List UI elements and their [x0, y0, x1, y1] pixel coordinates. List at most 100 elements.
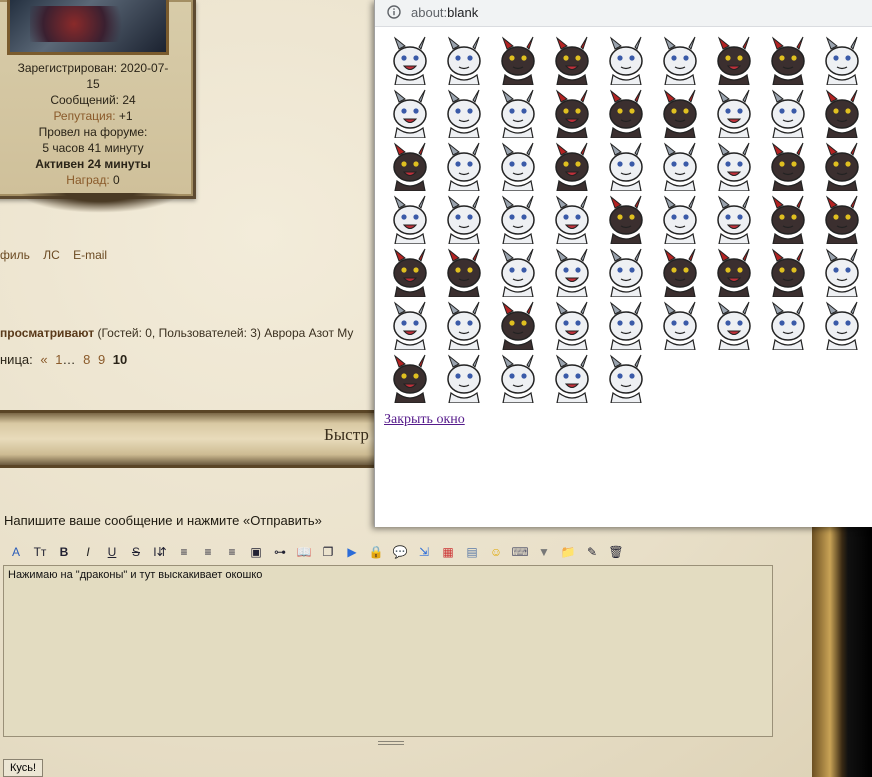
dragon-sticker[interactable]: [601, 88, 651, 138]
dragon-sticker[interactable]: [493, 247, 543, 297]
lock-icon[interactable]: 🔒: [364, 542, 388, 562]
dragon-sticker[interactable]: [493, 88, 543, 138]
pager-page-9[interactable]: 9: [98, 352, 105, 367]
dragon-sticker[interactable]: [493, 194, 543, 244]
reputation-link[interactable]: Репутация:: [53, 109, 115, 123]
text-height-icon[interactable]: I⇵: [148, 542, 172, 562]
dragon-sticker[interactable]: [493, 35, 543, 85]
registered-date-cont: 15: [86, 77, 100, 91]
submit-button[interactable]: Кусь!: [3, 759, 44, 777]
color-grid-icon[interactable]: ▦: [436, 542, 460, 562]
align-right-icon[interactable]: ≡: [220, 542, 244, 562]
dragon-sticker[interactable]: [385, 35, 435, 85]
font-size-icon[interactable]: Tт: [28, 542, 52, 562]
align-center-icon[interactable]: ≡: [196, 542, 220, 562]
resize-grip[interactable]: [378, 741, 404, 747]
folder-icon[interactable]: 📁: [556, 542, 580, 562]
bold-icon[interactable]: B: [52, 542, 76, 562]
edit-icon[interactable]: ✎: [580, 542, 604, 562]
dragon-sticker[interactable]: [493, 353, 543, 403]
underline-icon[interactable]: U: [100, 542, 124, 562]
message-textarea[interactable]: Нажимаю на "драконы" и тут выскакивает о…: [3, 565, 773, 737]
dragon-sticker[interactable]: [547, 141, 597, 191]
dragon-sticker[interactable]: [493, 300, 543, 350]
speech-icon[interactable]: 💬: [388, 542, 412, 562]
table-icon[interactable]: ▤: [460, 542, 484, 562]
dragon-sticker[interactable]: [817, 194, 867, 244]
dragon-sticker[interactable]: [385, 88, 435, 138]
close-window-link[interactable]: Закрыть окно: [384, 412, 465, 428]
pager-label: ница:: [0, 352, 33, 367]
dragon-sticker[interactable]: [547, 353, 597, 403]
dragon-sticker[interactable]: [709, 88, 759, 138]
dragon-sticker[interactable]: [601, 353, 651, 403]
dragon-sticker[interactable]: [601, 141, 651, 191]
pager-prev[interactable]: «: [40, 352, 47, 367]
dragon-sticker[interactable]: [709, 35, 759, 85]
info-icon[interactable]: [387, 5, 401, 19]
dragon-sticker[interactable]: [817, 88, 867, 138]
keyboard-icon[interactable]: ⌨: [508, 542, 532, 562]
align-left-icon[interactable]: ≡: [172, 542, 196, 562]
awards-link[interactable]: Наград:: [66, 173, 109, 187]
italic-icon[interactable]: I: [76, 542, 100, 562]
dropdown-arrow-icon[interactable]: ▼: [532, 542, 556, 562]
dragon-sticker[interactable]: [817, 141, 867, 191]
dragon-sticker[interactable]: [817, 247, 867, 297]
copy-icon[interactable]: ❐: [316, 542, 340, 562]
dragon-sticker[interactable]: [385, 141, 435, 191]
dragon-sticker[interactable]: [547, 88, 597, 138]
dragon-sticker[interactable]: [709, 247, 759, 297]
dragon-sticker[interactable]: [655, 300, 705, 350]
dragon-sticker[interactable]: [547, 35, 597, 85]
dragon-sticker[interactable]: [709, 300, 759, 350]
dragon-sticker[interactable]: [709, 141, 759, 191]
profile-link[interactable]: филь: [0, 248, 30, 262]
trash-icon[interactable]: 🗑: [604, 542, 628, 562]
dragon-sticker[interactable]: [601, 35, 651, 85]
dragon-sticker[interactable]: [439, 88, 489, 138]
dragon-sticker[interactable]: [763, 247, 813, 297]
dragon-sticker[interactable]: [763, 88, 813, 138]
book-icon[interactable]: 📖: [292, 542, 316, 562]
dragon-sticker[interactable]: [763, 300, 813, 350]
pager-page-8[interactable]: 8: [83, 352, 90, 367]
dragon-sticker[interactable]: [439, 194, 489, 244]
media-icon[interactable]: ▶: [340, 542, 364, 562]
smiley-icon[interactable]: ☺: [484, 542, 508, 562]
dragon-sticker[interactable]: [385, 353, 435, 403]
dragon-sticker[interactable]: [439, 141, 489, 191]
dragon-sticker[interactable]: [601, 247, 651, 297]
dragon-sticker[interactable]: [655, 88, 705, 138]
dragon-sticker[interactable]: [439, 35, 489, 85]
dragon-sticker[interactable]: [493, 141, 543, 191]
dragon-sticker[interactable]: [547, 194, 597, 244]
dragon-sticker[interactable]: [547, 247, 597, 297]
strike-icon[interactable]: S: [124, 542, 148, 562]
dragon-sticker[interactable]: [655, 35, 705, 85]
pm-link[interactable]: ЛС: [43, 248, 60, 262]
dragon-sticker[interactable]: [439, 300, 489, 350]
dragon-sticker[interactable]: [817, 300, 867, 350]
dragon-sticker[interactable]: [601, 194, 651, 244]
font-color-icon[interactable]: A: [4, 542, 28, 562]
dragon-sticker[interactable]: [385, 194, 435, 244]
dragon-sticker[interactable]: [817, 35, 867, 85]
link-icon[interactable]: ⊶: [268, 542, 292, 562]
dragon-sticker[interactable]: [655, 194, 705, 244]
dragon-sticker[interactable]: [763, 194, 813, 244]
dragon-sticker[interactable]: [385, 300, 435, 350]
dragon-sticker[interactable]: [709, 194, 759, 244]
dragon-sticker[interactable]: [385, 247, 435, 297]
dragon-sticker[interactable]: [655, 247, 705, 297]
dragon-sticker[interactable]: [763, 35, 813, 85]
dragon-sticker[interactable]: [655, 141, 705, 191]
dragon-sticker[interactable]: [439, 353, 489, 403]
image-icon[interactable]: ▣: [244, 542, 268, 562]
dragon-sticker[interactable]: [547, 300, 597, 350]
dragon-sticker[interactable]: [601, 300, 651, 350]
email-link[interactable]: E-mail: [73, 248, 107, 262]
insert-icon[interactable]: ⇲: [412, 542, 436, 562]
dragon-sticker[interactable]: [439, 247, 489, 297]
dragon-sticker[interactable]: [763, 141, 813, 191]
